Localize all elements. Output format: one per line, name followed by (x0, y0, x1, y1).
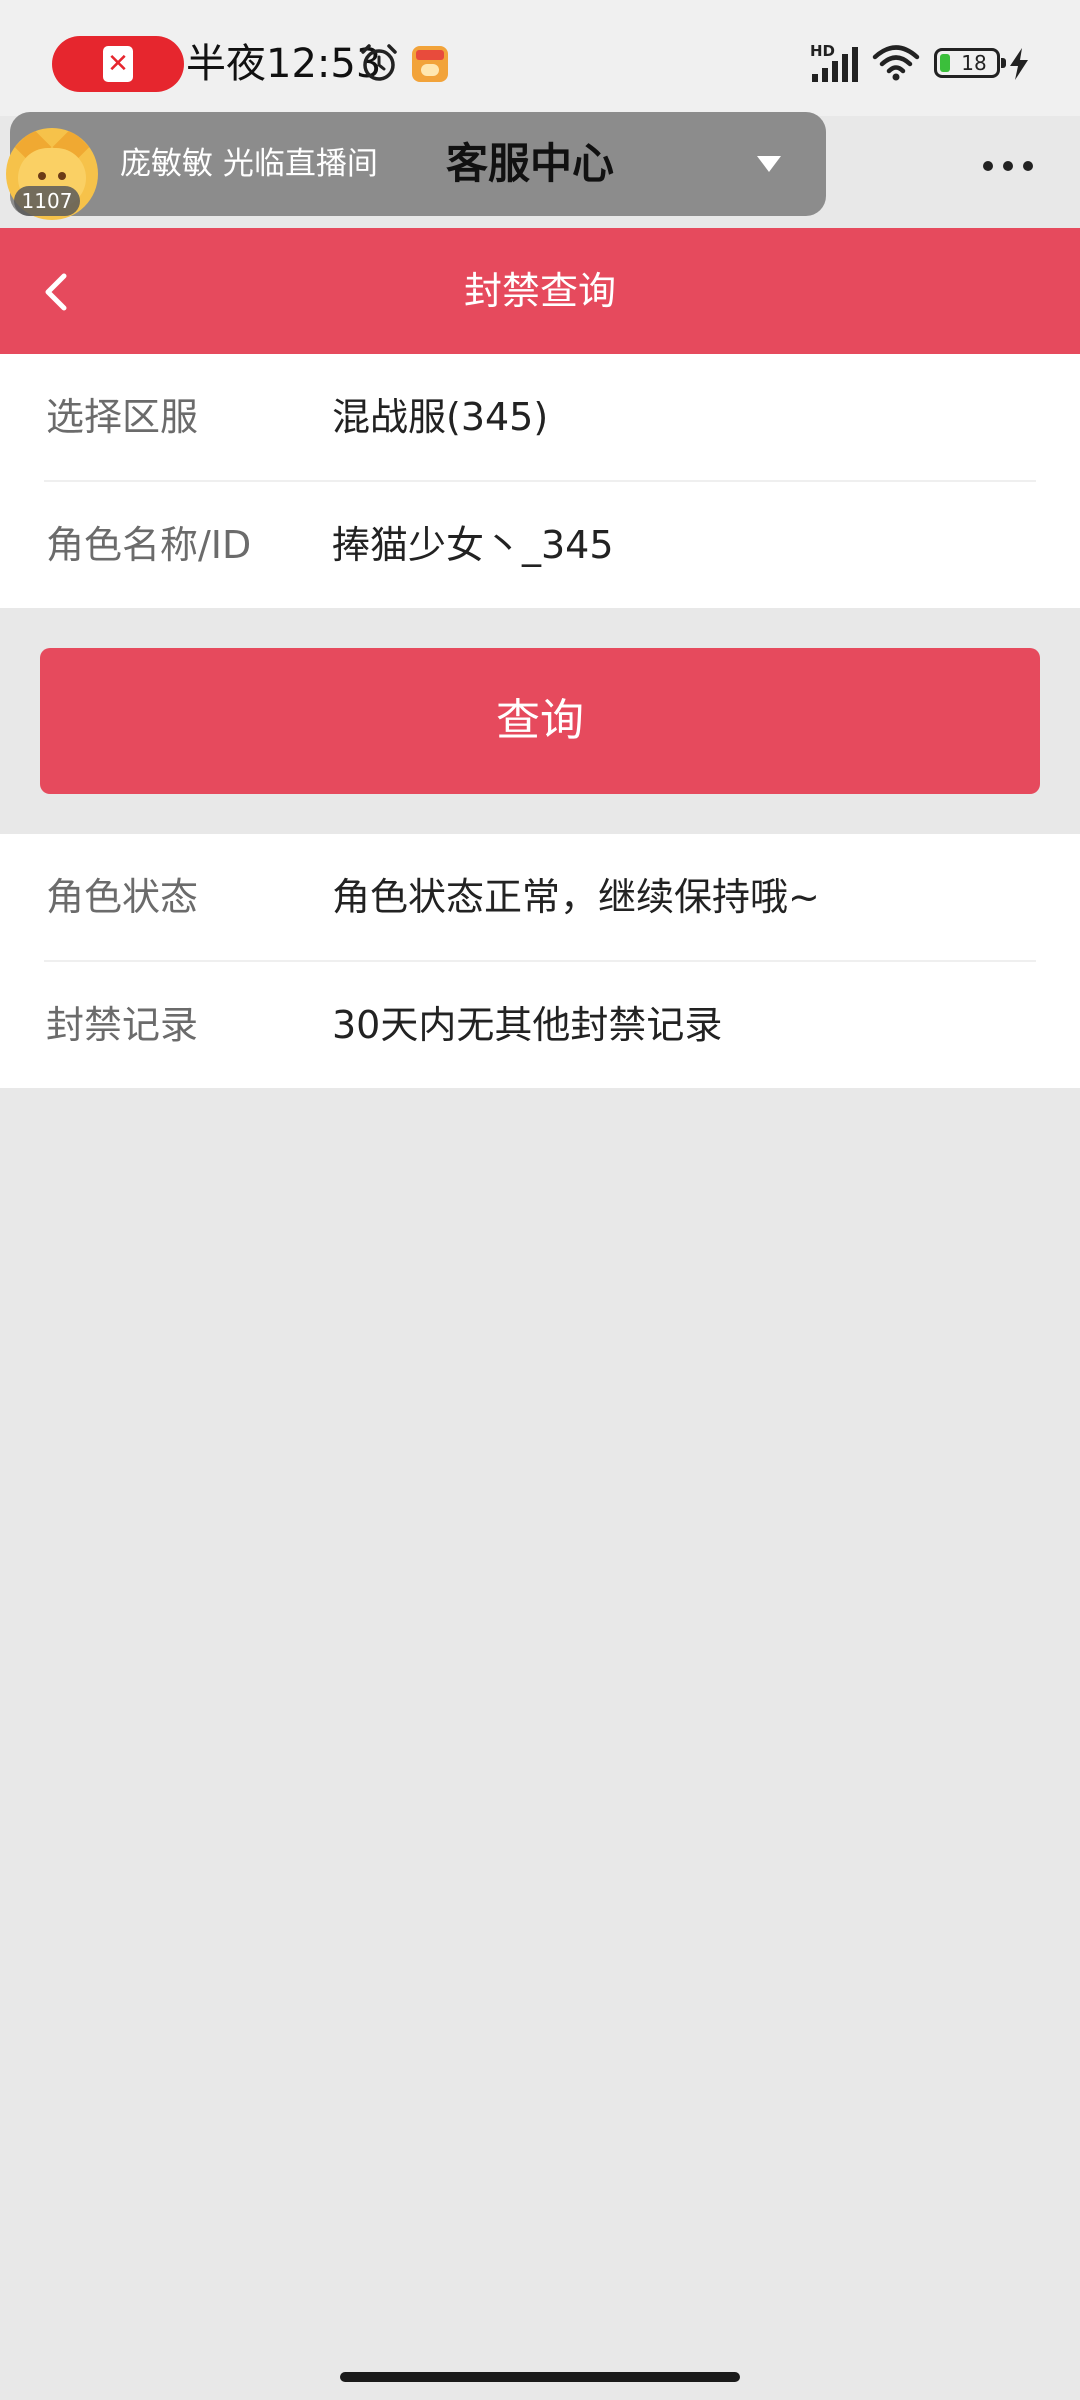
role-status-row: 角色状态 角色状态正常，继续保持哦~ (0, 834, 1080, 960)
alarm-clock-icon (361, 44, 397, 81)
role-input[interactable]: 捧猫少女丶_345 (332, 482, 614, 608)
status-time: 半夜12:53 (186, 41, 382, 87)
query-result: 角色状态 角色状态正常，继续保持哦~ 封禁记录 30天内无其他封禁记录 (0, 834, 1080, 1088)
close-icon: ✕ (103, 46, 133, 82)
role-status-label: 角色状态 (46, 875, 199, 919)
avatar-eye-left (38, 172, 46, 180)
page-heading: 客服中心 (446, 139, 615, 188)
stream-title[interactable]: 庞敏敏 光临直播间 (120, 140, 378, 188)
ban-record-row: 封禁记录 30天内无其他封禁记录 (0, 962, 1080, 1088)
ban-record-value: 30天内无其他封禁记录 (332, 1003, 723, 1047)
more-dots-icon[interactable] (978, 146, 1038, 186)
battery-level: 18 (961, 51, 987, 75)
triangle-down-icon[interactable] (754, 152, 784, 176)
role-label: 角色名称/ID (46, 523, 252, 567)
header-title: 封禁查询 (463, 269, 616, 313)
server-value[interactable]: 混战服(345) (332, 354, 548, 480)
screen-record-indicator[interactable]: ✕ (52, 36, 184, 92)
ban-record-label: 封禁记录 (46, 1003, 199, 1047)
battery-icon: 18 (934, 48, 1006, 78)
role-input-row[interactable]: 角色名称/ID 捧猫少女丶_345 (0, 482, 1080, 608)
battery-fill (940, 54, 950, 72)
chevron-left-icon[interactable] (30, 260, 80, 324)
home-indicator[interactable] (340, 2372, 740, 2382)
query-button[interactable]: 查询 (40, 648, 1040, 794)
viewer-count-badge: 1107 (14, 186, 80, 216)
cellular-signal-icon (812, 47, 858, 82)
server-label: 选择区服 (46, 395, 199, 439)
charging-bolt-icon (1010, 48, 1028, 80)
status-bar: ✕ 半夜12:53 HD 18 (0, 0, 1080, 116)
query-form: 选择区服 混战服(345) 角色名称/ID 捧猫少女丶_345 (0, 354, 1080, 608)
wifi-icon (872, 45, 920, 81)
avatar-eye-right (58, 172, 66, 180)
role-status-value: 角色状态正常，继续保持哦~ (332, 875, 820, 919)
app-notification-icon (412, 46, 448, 82)
server-select-row[interactable]: 选择区服 混战服(345) (0, 354, 1080, 480)
